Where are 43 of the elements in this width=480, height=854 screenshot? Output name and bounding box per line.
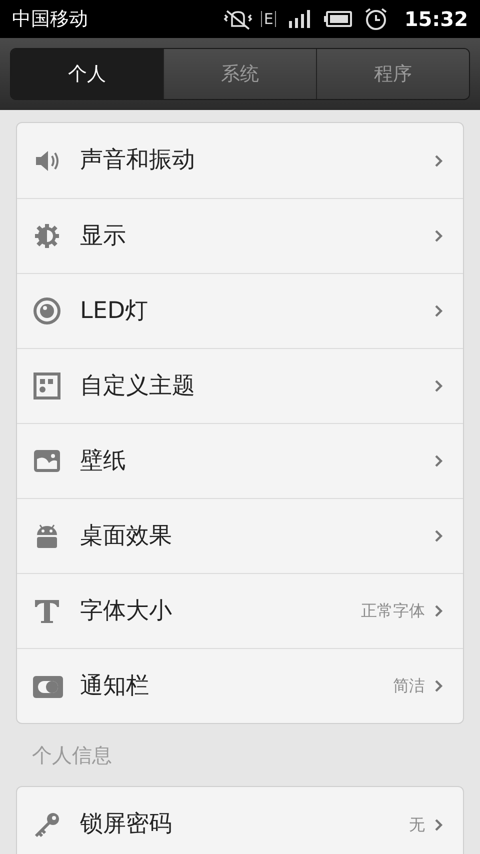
chevron-icon	[435, 305, 443, 317]
row-label: LED灯	[80, 296, 150, 326]
row-label: 壁纸	[80, 446, 127, 476]
alarm-clock-icon	[364, 7, 388, 31]
chevron-icon	[435, 680, 443, 692]
chevron-icon	[435, 605, 443, 617]
settings-row[interactable]: 锁屏密码 无	[17, 787, 463, 854]
section-header: 个人信息	[31, 742, 112, 769]
chevron-icon	[435, 380, 443, 392]
carrier-name: 中国移动	[12, 6, 88, 32]
row-label: 声音和振动	[80, 146, 196, 176]
battery-icon	[324, 11, 352, 27]
row-label: 桌面效果	[80, 522, 173, 551]
row-label: 字体大小	[80, 596, 173, 626]
tab[interactable]: 程序	[316, 49, 469, 99]
settings-row[interactable]: 自定义主题	[17, 348, 463, 423]
row-label: 通知栏	[80, 672, 150, 701]
led-icon	[33, 297, 63, 325]
settings-row[interactable]: 字体大小 正常字体	[17, 573, 463, 648]
clock-time: 15:32	[404, 6, 468, 33]
chevron-icon	[435, 455, 443, 467]
settings-row[interactable]: 壁纸	[17, 423, 463, 498]
settings-row[interactable]: 通知栏 简洁	[17, 648, 463, 723]
row-label: 锁屏密码	[80, 810, 173, 840]
chevron-icon	[435, 230, 443, 242]
chevron-icon	[435, 818, 443, 830]
tab[interactable]: 系统	[163, 49, 316, 99]
settings-row[interactable]: 桌面效果	[17, 498, 463, 573]
chevron-icon	[435, 154, 443, 166]
grid-icon	[33, 372, 63, 400]
row-value: 无	[409, 814, 425, 836]
row-value: 简洁	[393, 675, 425, 697]
image-icon	[33, 447, 63, 475]
settings-row[interactable]: 显示	[17, 198, 463, 273]
chevron-icon	[435, 530, 443, 542]
tab[interactable]: 个人	[11, 49, 163, 99]
signal-icon	[288, 9, 312, 29]
row-label: 自定义主题	[80, 372, 196, 401]
row-label: 显示	[80, 222, 127, 251]
network-type: E	[260, 11, 276, 27]
settings-row[interactable]: LED灯	[17, 273, 463, 348]
row-value: 正常字体	[361, 600, 425, 622]
settings-row[interactable]: 声音和振动	[17, 123, 463, 198]
